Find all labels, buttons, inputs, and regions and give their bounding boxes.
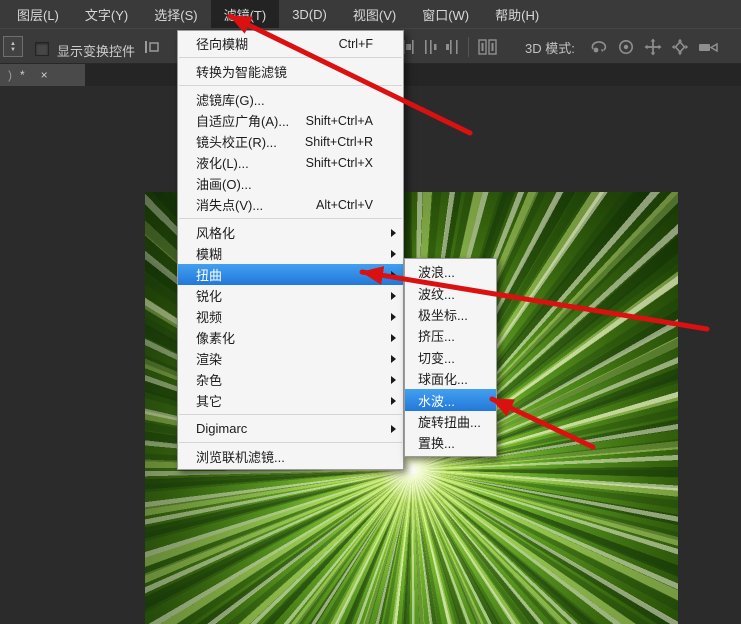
submenu-arrow-icon	[391, 250, 396, 258]
menu-item-vanishing-point[interactable]: 消失点(V)...Alt+Ctrl+V	[178, 194, 403, 215]
distribute-center-icon[interactable]	[424, 39, 437, 55]
document-tab[interactable]: ) * ×	[0, 64, 85, 86]
submenu-arrow-icon	[391, 425, 396, 433]
submenu-arrow-icon	[391, 313, 396, 321]
shortcut: Shift+Ctrl+X	[306, 156, 373, 170]
3d-orbit-icon[interactable]	[590, 38, 608, 56]
menu-item-distort[interactable]: 扭曲	[178, 264, 403, 285]
menu-view[interactable]: 视图(V)	[340, 0, 409, 28]
menu-item-sharpen[interactable]: 锐化	[178, 285, 403, 306]
menu-separator	[179, 414, 402, 415]
distort-submenu: 波浪... 波纹... 极坐标... 挤压... 切变... 球面化... 水波…	[404, 258, 497, 457]
shortcut: Shift+Ctrl+A	[306, 114, 373, 128]
submenu-item-spherize[interactable]: 球面化...	[405, 368, 496, 389]
tab-title-fragment: )	[8, 68, 12, 82]
menu-separator	[179, 442, 402, 443]
submenu-item-displace[interactable]: 置换...	[405, 432, 496, 453]
filter-dropdown-menu: 径向模糊Ctrl+F 转换为智能滤镜 滤镜库(G)... 自适应广角(A)...…	[177, 30, 404, 470]
submenu-arrow-icon	[391, 334, 396, 342]
menu-separator	[179, 218, 402, 219]
submenu-item-pinch[interactable]: 挤压...	[405, 325, 496, 346]
submenu-item-shear[interactable]: 切变...	[405, 347, 496, 368]
menu-3d[interactable]: 3D(D)	[279, 0, 340, 28]
tab-unsaved-marker: *	[20, 68, 25, 82]
submenu-item-ripple[interactable]: 波纹...	[405, 282, 496, 303]
menu-item-lens-correction[interactable]: 镜头校正(R)...Shift+Ctrl+R	[178, 131, 403, 152]
submenu-arrow-icon	[391, 292, 396, 300]
menu-window[interactable]: 窗口(W)	[409, 0, 482, 28]
menu-item-convert-smart-filter[interactable]: 转换为智能滤镜	[178, 61, 403, 82]
submenu-arrow-icon	[391, 397, 396, 405]
submenu-arrow-icon	[391, 355, 396, 363]
menu-item-digimarc[interactable]: Digimarc	[178, 418, 403, 439]
3d-pan-icon[interactable]	[644, 38, 662, 56]
show-transform-checkbox[interactable]	[35, 42, 49, 56]
3d-zoom-camera-icon[interactable]	[698, 38, 720, 56]
menu-item-browse-filters-online[interactable]: 浏览联机滤镜...	[178, 446, 403, 467]
menu-item-radial-blur[interactable]: 径向模糊Ctrl+F	[178, 33, 403, 54]
submenu-arrow-icon	[391, 376, 396, 384]
submenu-item-zigzag[interactable]: 水波...	[405, 389, 496, 410]
distribute-right-icon[interactable]	[446, 39, 459, 55]
submenu-arrow-icon	[391, 271, 396, 279]
menu-item-noise[interactable]: 杂色	[178, 369, 403, 390]
shortcut: Ctrl+F	[339, 37, 373, 51]
show-transform-label: 显示变换控件	[57, 41, 135, 60]
menu-item-render[interactable]: 渲染	[178, 348, 403, 369]
menu-item-adaptive-wide-angle[interactable]: 自适应广角(A)...Shift+Ctrl+A	[178, 110, 403, 131]
shortcut: Alt+Ctrl+V	[316, 198, 373, 212]
menu-item-filter-gallery[interactable]: 滤镜库(G)...	[178, 89, 403, 110]
menu-select[interactable]: 选择(S)	[141, 0, 210, 28]
3d-roll-icon[interactable]	[617, 38, 635, 56]
menu-item-other[interactable]: 其它	[178, 390, 403, 411]
menu-item-liquify[interactable]: 液化(L)...Shift+Ctrl+X	[178, 152, 403, 173]
menu-layer[interactable]: 图层(L)	[4, 0, 72, 28]
menu-bar: 图层(L) 文字(Y) 选择(S) 滤镜(T) 3D(D) 视图(V) 窗口(W…	[0, 0, 741, 28]
distribute-spacing-icon[interactable]	[478, 39, 498, 55]
shortcut: Shift+Ctrl+R	[305, 135, 373, 149]
align-top-icon[interactable]	[143, 39, 161, 55]
menu-help[interactable]: 帮助(H)	[482, 0, 552, 28]
menu-item-video[interactable]: 视频	[178, 306, 403, 327]
align-distribute-group: 3D 模式:	[402, 37, 720, 57]
down-arrow-icon: ▼	[10, 47, 16, 53]
toolbar-divider	[468, 37, 469, 57]
tool-preset-stepper[interactable]: ▲▼	[3, 36, 23, 57]
menu-item-oil-paint[interactable]: 油画(O)...	[178, 173, 403, 194]
submenu-item-twirl[interactable]: 旋转扭曲...	[405, 411, 496, 432]
menu-type[interactable]: 文字(Y)	[72, 0, 141, 28]
submenu-item-polar-coordinates[interactable]: 极坐标...	[405, 304, 496, 325]
menu-separator	[179, 85, 402, 86]
submenu-item-wave[interactable]: 波浪...	[405, 261, 496, 282]
menu-item-pixelate[interactable]: 像素化	[178, 327, 403, 348]
tab-close-icon[interactable]: ×	[41, 68, 48, 82]
submenu-arrow-icon	[391, 229, 396, 237]
menu-item-blur[interactable]: 模糊	[178, 243, 403, 264]
menu-separator	[179, 57, 402, 58]
menu-filter[interactable]: 滤镜(T)	[211, 0, 280, 28]
3d-slide-icon[interactable]	[671, 38, 689, 56]
3d-mode-label: 3D 模式:	[525, 38, 575, 57]
menu-item-stylize[interactable]: 风格化	[178, 222, 403, 243]
